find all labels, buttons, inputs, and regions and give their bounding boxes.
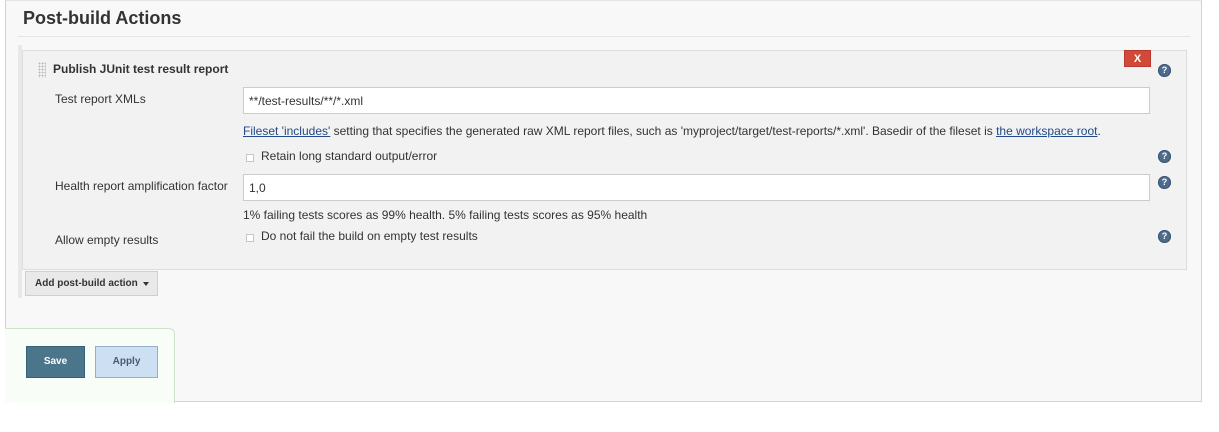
health-factor-description: 1% failing tests scores as 99% health. 5… [243,208,648,222]
help-icon[interactable]: ? [1158,150,1171,163]
retain-output-label[interactable]: Retain long standard output/error [261,149,437,163]
caret-down-icon [143,282,149,286]
section-title: Post-build Actions [23,8,182,28]
publisher-title: Publish JUnit test result report [53,62,229,76]
junit-publisher-panel [22,50,1187,270]
allow-empty-checkbox-label[interactable]: Do not fail the build on empty test resu… [261,229,478,243]
test-report-xmls-label: Test report XMLs [55,92,146,106]
test-report-description: Fileset 'includes' setting that specifie… [243,124,1101,138]
allow-empty-checkbox[interactable] [246,234,254,242]
fileset-includes-link[interactable]: Fileset 'includes' [243,124,330,138]
health-factor-label: Health report amplification factor [55,179,228,193]
test-report-description-text: setting that specifies the generated raw… [330,124,997,138]
test-report-xmls-input[interactable] [243,87,1150,114]
workspace-root-link[interactable]: the workspace root [996,124,1097,138]
delete-publisher-button[interactable]: X [1124,50,1151,67]
help-icon[interactable]: ? [1158,176,1171,189]
section-divider [18,36,1190,37]
health-factor-input[interactable] [243,174,1150,201]
add-post-build-action-button[interactable]: Add post-build action [25,271,158,296]
test-report-description-end: . [1097,124,1101,138]
allow-empty-label: Allow empty results [55,233,159,247]
apply-button[interactable]: Apply [95,346,158,378]
add-post-build-action-label: Add post-build action [35,278,138,289]
help-icon[interactable]: ? [1158,64,1171,77]
drag-handle-icon[interactable] [38,62,46,78]
retain-output-checkbox[interactable] [246,154,254,162]
save-button[interactable]: Save [26,346,85,378]
help-icon[interactable]: ? [1158,230,1171,243]
